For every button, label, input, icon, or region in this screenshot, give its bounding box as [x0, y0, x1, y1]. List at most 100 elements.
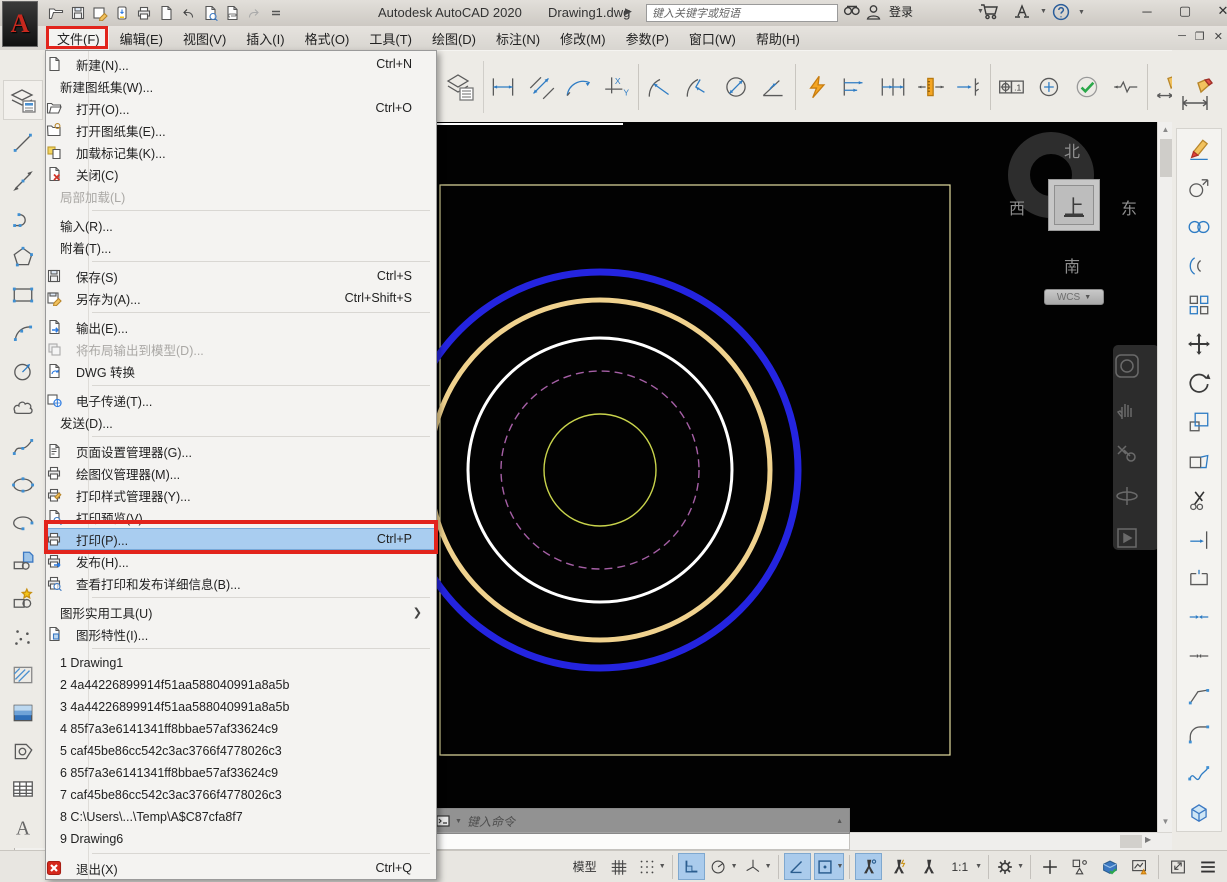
gradient-button[interactable]: [0, 694, 45, 732]
steering-wheel-icon[interactable]: [1113, 352, 1141, 380]
file-menu-item[interactable]: 退出(X)Ctrl+Q: [46, 857, 436, 879]
help-dropdown-icon[interactable]: ▼: [1078, 9, 1085, 16]
dim-diameter-button[interactable]: [717, 62, 755, 112]
file-menu-item[interactable]: 另存为(A)...Ctrl+Shift+S: [46, 287, 436, 309]
dim-break-button[interactable]: [950, 62, 988, 112]
search-icon[interactable]: [843, 3, 861, 19]
dim-jog-button[interactable]: [1107, 62, 1145, 112]
file-menu-item[interactable]: 保存(S)Ctrl+S: [46, 265, 436, 287]
dim-check-button[interactable]: [1069, 62, 1107, 112]
make-block-button[interactable]: [0, 580, 45, 618]
doc-restore-button[interactable]: ❐: [1195, 30, 1205, 43]
close-button[interactable]: ✕: [1211, 3, 1227, 19]
center-mark-button[interactable]: [1031, 62, 1069, 112]
move-button[interactable]: [1177, 324, 1221, 363]
statusbar-annotation-visibility-button[interactable]: [855, 853, 882, 880]
menu-工具(T)[interactable]: 工具(T): [360, 27, 421, 50]
fillet-button[interactable]: [1177, 714, 1221, 753]
file-menu-item[interactable]: 将布局输出到模型(D)...: [46, 338, 436, 360]
circle-yellow-green[interactable]: [544, 414, 656, 526]
statusbar-snap-button[interactable]: ▼: [636, 853, 667, 880]
navigation-bar[interactable]: [1113, 345, 1159, 550]
rectang-button[interactable]: [0, 276, 45, 314]
menu-插入(I)[interactable]: 插入(I): [237, 27, 293, 50]
maximize-button[interactable]: ▢: [1173, 3, 1197, 19]
command-line-window[interactable]: ▼ 键入命令 ▲: [429, 808, 850, 850]
menu-格式(O)[interactable]: 格式(O): [296, 27, 359, 50]
file-menu-item[interactable]: 发送(D)...: [46, 411, 436, 433]
statusbar-annotation-scale-dropdown-icon[interactable]: ▼: [975, 863, 982, 870]
file-menu-item[interactable]: 局部加载(L): [46, 185, 436, 207]
signin-button[interactable]: 登录 ▼: [866, 3, 984, 20]
statusbar-otrack-button[interactable]: [784, 853, 811, 880]
circle-button[interactable]: [0, 352, 45, 390]
file-menu-item[interactable]: 8 C:\Users\...\Temp\A$C87cfa8f7: [46, 806, 436, 828]
file-menu-item[interactable]: 图形实用工具(U)❯: [46, 601, 436, 623]
dim-linear-button[interactable]: [484, 62, 522, 112]
explode-button[interactable]: [1177, 792, 1221, 831]
viewcube-south-label[interactable]: 南: [1064, 253, 1080, 277]
menu-文件(F)[interactable]: 文件(F): [48, 27, 109, 50]
autocad-logo-icon[interactable]: A: [2, 1, 38, 47]
point-button[interactable]: [0, 618, 45, 656]
array-button[interactable]: [1177, 285, 1221, 324]
statusbar-annotation-autoscale-button[interactable]: [885, 853, 912, 880]
erase-button[interactable]: [1177, 129, 1221, 168]
menu-窗口(W)[interactable]: 窗口(W): [680, 27, 745, 50]
circle-wheat[interactable]: [430, 300, 770, 640]
dim-aligned-button[interactable]: [522, 62, 560, 112]
file-menu-item[interactable]: 打印(P)...Ctrl+P: [46, 528, 436, 550]
statusbar-clean-screen-button[interactable]: [1164, 853, 1191, 880]
viewcube-north-label[interactable]: 北: [1064, 138, 1080, 162]
qa-save-button[interactable]: [70, 5, 86, 21]
viewcube-west-label[interactable]: 西: [1009, 195, 1025, 219]
viewcube-top-face[interactable]: 上: [1048, 179, 1100, 231]
doc-minimize-button[interactable]: ─: [1178, 30, 1186, 43]
file-menu-item[interactable]: 3 4a44226899914f51aa588040991a8a5b: [46, 696, 436, 718]
scroll-right-icon[interactable]: ▶: [1145, 835, 1151, 844]
spline-button[interactable]: [0, 428, 45, 466]
vertical-scroll-thumb[interactable]: [1160, 139, 1172, 177]
qdim-lightning-button[interactable]: [798, 62, 836, 112]
statusbar-isodraft-dropdown-icon[interactable]: ▼: [765, 863, 772, 870]
vertical-scrollbar[interactable]: ▲ ▼: [1157, 122, 1172, 832]
pline-button[interactable]: [0, 200, 45, 238]
statusbar-polar-button[interactable]: ▼: [708, 853, 739, 880]
menu-帮助(H)[interactable]: 帮助(H): [747, 27, 809, 50]
xline-button[interactable]: [0, 162, 45, 200]
statusbar-snap-dropdown-icon[interactable]: ▼: [659, 863, 666, 870]
minimize-button[interactable]: ─: [1135, 4, 1159, 19]
qa-new-page-button[interactable]: [158, 5, 174, 21]
statusbar-workspace-button[interactable]: ▼: [994, 853, 1025, 880]
copy-button[interactable]: [1177, 168, 1221, 207]
ellipse-button[interactable]: [0, 466, 45, 504]
menu-绘图(D)[interactable]: 绘图(D): [423, 27, 485, 50]
file-menu-item[interactable]: 1 Drawing1: [46, 652, 436, 674]
menu-视图(V)[interactable]: 视图(V): [174, 27, 235, 50]
dim-quick-ruler-button[interactable]: [912, 62, 950, 112]
statusbar-graphics-performance-button[interactable]: [1096, 853, 1123, 880]
doc-close-button[interactable]: ✕: [1214, 30, 1223, 43]
file-menu-item[interactable]: 6 85f7a3e6141341ff8bbae57af33624c9: [46, 762, 436, 784]
line-button[interactable]: [0, 124, 45, 162]
dim-angular2-button[interactable]: [679, 62, 717, 112]
statusbar-isolate-objects-button[interactable]: [1066, 853, 1093, 880]
mtext-button[interactable]: A: [0, 808, 45, 846]
menu-标注(N)[interactable]: 标注(N): [487, 27, 549, 50]
dim-arc-button[interactable]: [560, 62, 598, 112]
insert-block-button[interactable]: [0, 542, 45, 580]
qa-save-as-button[interactable]: [92, 5, 108, 21]
blend-button[interactable]: [1177, 753, 1221, 792]
file-menu-item[interactable]: 打开(O)...Ctrl+O: [46, 97, 436, 119]
qa-preview-search-button[interactable]: [202, 5, 218, 21]
dim-angular-button[interactable]: [641, 62, 679, 112]
file-menu-item[interactable]: 新建图纸集(W)...: [46, 75, 436, 97]
file-menu-item[interactable]: 查看打印和发布详细信息(B)...: [46, 572, 436, 594]
file-menu-item[interactable]: 发布(H)...: [46, 550, 436, 572]
break-at-point-button[interactable]: [1177, 558, 1221, 597]
file-menu-item[interactable]: 关闭(C): [46, 163, 436, 185]
file-menu-item[interactable]: DWG 转换: [46, 360, 436, 382]
file-menu-item[interactable]: 2 4a44226899914f51aa588040991a8a5b: [46, 674, 436, 696]
statusbar-osnap-dropdown-icon[interactable]: ▼: [837, 863, 844, 870]
horizontal-scroll-thumb[interactable]: [1120, 835, 1142, 848]
